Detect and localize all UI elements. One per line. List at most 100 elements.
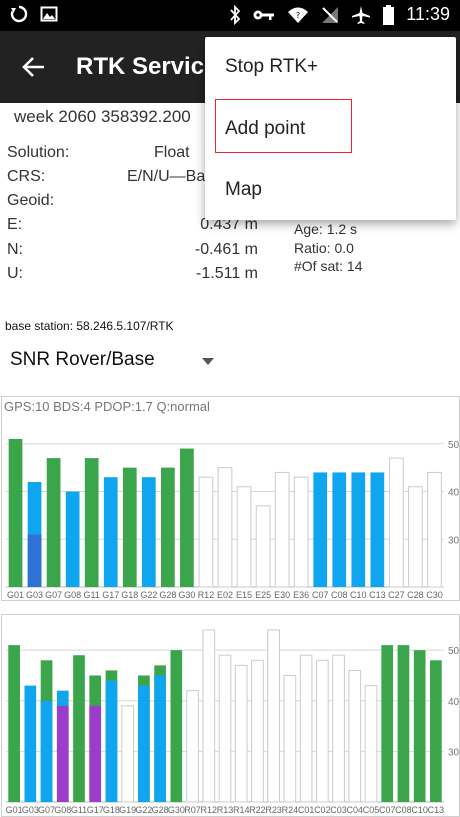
e-label: E: <box>7 216 23 233</box>
u-value: -1.511 m <box>196 265 258 282</box>
image-icon <box>40 5 58 23</box>
bluetooth-icon <box>229 4 241 25</box>
bar-G11 <box>73 655 85 802</box>
x-tick-label: C07 <box>312 590 329 600</box>
x-tick-label: R12 <box>198 590 215 600</box>
x-tick-label: C07 <box>379 805 396 815</box>
highlight-box <box>215 99 352 153</box>
bar-C10 <box>351 472 366 587</box>
page-title: RTK Service <box>76 53 218 80</box>
x-tick-label: E15 <box>236 590 252 600</box>
y-tick-label: 40 <box>448 488 460 499</box>
x-tick-label: C13 <box>428 805 445 815</box>
bar-E15 <box>236 486 252 588</box>
bar-G11 <box>84 458 99 587</box>
bar-E36 <box>293 476 309 588</box>
bar-C28 <box>408 486 423 588</box>
bar-C13 <box>370 472 385 587</box>
bar-R22 <box>251 659 264 803</box>
x-tick-label: C03 <box>330 805 347 815</box>
n-label: N: <box>7 241 23 258</box>
x-tick-label: G17 <box>102 590 119 600</box>
bar-G01 <box>8 645 20 802</box>
bar-R23 <box>267 629 281 803</box>
snr-chart-svg: 304050G01 G03 G07 G08 G11 G17 G18 G19 G22 G28 G30 R… <box>6 629 460 815</box>
bar-C27 <box>389 457 404 588</box>
y-tick-label: 50 <box>448 440 460 451</box>
inner-bar-G18 <box>105 680 118 802</box>
bar-E30 <box>274 471 290 588</box>
inner-bar-G07 <box>40 700 53 802</box>
n-value: -0.461 m <box>194 241 258 258</box>
x-tick-label: G08 <box>64 590 81 600</box>
snr-chart-rover: GPS:10 BDS:4 PDOP:1.7 Q:normal 30 40 50 G01… <box>1 396 460 601</box>
bar-C13 <box>430 660 442 802</box>
x-tick-label: R22 <box>249 805 266 815</box>
x-tick-label: G07 <box>45 590 62 600</box>
bar-C30 <box>427 471 442 588</box>
menu-item-map[interactable]: Map <box>205 160 456 220</box>
x-tick-label: C08 <box>395 805 412 815</box>
bar-R14 <box>234 664 248 803</box>
x-tick-label: R12 <box>201 805 218 815</box>
bar-G22 <box>141 477 156 587</box>
x-tick-label: G28 <box>159 590 176 600</box>
svg-text:?: ? <box>296 11 300 20</box>
x-tick-label: C10 <box>411 805 428 815</box>
x-tick-label: C28 <box>407 590 424 600</box>
x-tick-label: G28 <box>152 805 169 815</box>
ratio-value: Ratio: 0.0 <box>294 240 354 256</box>
inner-bar-G28 <box>154 675 166 802</box>
x-tick-label: R24 <box>282 805 299 815</box>
week-time: week 2060 358392.200 <box>14 107 191 126</box>
bar-R12 <box>202 629 216 803</box>
bar-C10 <box>413 650 426 802</box>
bar-G17 <box>103 477 118 587</box>
x-tick-label: G30 <box>168 805 185 815</box>
bar-E02 <box>217 467 233 588</box>
x-tick-label: G03 <box>26 590 43 600</box>
age-value: Age: 1.2 s <box>294 221 358 237</box>
overflow-menu: Stop RTK+ Add point Map <box>205 37 456 220</box>
back-arrow-icon[interactable] <box>20 53 48 85</box>
bar-G30 <box>180 448 194 587</box>
chart-type-dropdown[interactable]: SNR Rover/Base <box>10 349 225 377</box>
x-tick-label: C08 <box>331 590 348 600</box>
no-sim-icon <box>321 6 339 24</box>
bar-C08 <box>397 645 410 802</box>
sat-count: #Of sat: 14 <box>294 258 363 274</box>
dropdown-arrow-icon <box>202 358 214 365</box>
x-tick-label: C30 <box>426 590 443 600</box>
y-tick-label: 40 <box>448 697 460 708</box>
x-tick-label: G03 <box>22 805 39 815</box>
x-tick-label: R14 <box>233 805 250 815</box>
x-tick-label: G07 <box>38 805 55 815</box>
x-tick-label: E30 <box>274 590 290 600</box>
clock: 11:39 <box>406 4 450 24</box>
x-tick-label: C27 <box>388 590 405 600</box>
bar-E25 <box>255 505 271 588</box>
x-tick-label: C10 <box>350 590 367 600</box>
bar-G19 <box>121 705 135 803</box>
bar-C07 <box>381 645 394 802</box>
x-tick-label: G08 <box>54 805 71 815</box>
y-tick-label: 30 <box>448 535 460 546</box>
x-tick-label: C13 <box>369 590 386 600</box>
inner-bar-G03 <box>27 534 42 587</box>
y-tick-label: 30 <box>448 747 460 758</box>
x-tick-label: G11 <box>71 805 87 815</box>
x-tick-label: G18 <box>103 805 120 815</box>
base-station-text: base station: 58.246.5.107/RTK <box>5 319 174 333</box>
x-tick-label: E25 <box>255 590 271 600</box>
wifi-icon: ? <box>287 6 309 24</box>
bar-G07 <box>46 458 61 587</box>
bar-G01 <box>8 439 23 587</box>
x-tick-label: G18 <box>121 590 138 600</box>
x-tick-label: G01 <box>7 590 24 600</box>
bar-G08 <box>65 491 80 587</box>
bar-R12 <box>198 476 214 588</box>
x-tick-label: R23 <box>265 805 282 815</box>
menu-item-stop-rtk[interactable]: Stop RTK+ <box>205 37 456 97</box>
bar-R24 <box>283 674 297 803</box>
u-label: U: <box>7 265 23 282</box>
